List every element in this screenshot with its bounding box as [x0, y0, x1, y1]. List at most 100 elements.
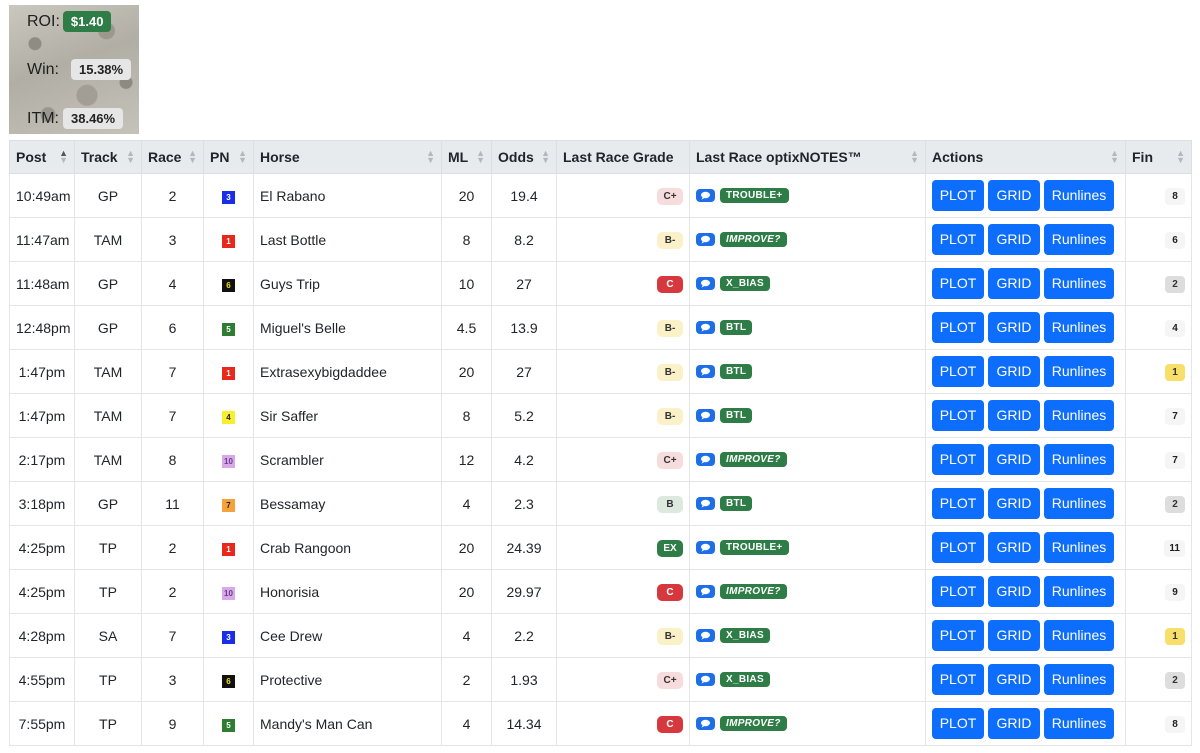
finish: 6	[1125, 217, 1192, 262]
sort-arrows-icon[interactable]: ▲ ▼	[1110, 149, 1119, 165]
chat-bubble-icon[interactable]	[696, 717, 715, 730]
sort-arrows-icon[interactable]: ▲ ▼	[188, 149, 197, 165]
grid-button[interactable]: GRID	[988, 400, 1040, 431]
col-actions[interactable]: Actions ▲ ▼	[925, 140, 1126, 174]
sort-up-icon[interactable]: ▲ ▼	[59, 149, 68, 165]
plot-button[interactable]: PLOT	[932, 576, 984, 607]
odds-text: 19.4	[510, 187, 538, 204]
table-row: 2:17pm TAM 8 10 Scrambler 12 4.2 C+ IMPROVE? PLOT…	[9, 437, 1192, 482]
runlines-button[interactable]: Runlines	[1044, 356, 1114, 387]
col-ml[interactable]: ML ▲ ▼	[441, 140, 492, 174]
sort-arrows-icon[interactable]: ▲ ▼	[238, 149, 247, 165]
table-row: 11:47am TAM 3 1 Last Bottle 8 8.2 B- IMPROVE? PLO…	[9, 217, 1192, 262]
runlines-button[interactable]: Runlines	[1044, 576, 1114, 607]
grid-button[interactable]: GRID	[988, 356, 1040, 387]
odds-text: 27	[516, 275, 532, 292]
plot-button[interactable]: PLOT	[932, 268, 984, 299]
plot-button[interactable]: PLOT	[932, 532, 984, 563]
plot-button[interactable]: PLOT	[932, 620, 984, 651]
plot-button[interactable]: PLOT	[932, 400, 984, 431]
horse-name-text: Last Bottle	[260, 231, 327, 248]
grid-button[interactable]: GRID	[988, 444, 1040, 475]
odds-text: 24.39	[506, 539, 542, 556]
plot-button[interactable]: PLOT	[932, 224, 984, 255]
chat-bubble-icon[interactable]	[696, 673, 715, 686]
grid-button[interactable]: GRID	[988, 708, 1040, 739]
plot-button[interactable]: PLOT	[932, 312, 984, 343]
sort-arrows-icon[interactable]: ▲ ▼	[541, 149, 550, 165]
col-fin[interactable]: Fin ▲ ▼	[1125, 140, 1192, 174]
runlines-button[interactable]: Runlines	[1044, 224, 1114, 255]
actions: PLOT GRID Runlines	[925, 613, 1126, 658]
chat-bubble-icon[interactable]	[696, 497, 715, 510]
runlines-button[interactable]: Runlines	[1044, 664, 1114, 695]
grid-button[interactable]: GRID	[988, 180, 1040, 211]
program-number: 5	[203, 305, 254, 350]
col-track[interactable]: Track ▲ ▼	[74, 140, 142, 174]
finish-badge: 9	[1165, 584, 1185, 601]
grid-button[interactable]: GRID	[988, 532, 1040, 563]
runlines-button[interactable]: Runlines	[1044, 180, 1114, 211]
horse-name-text: El Rabano	[260, 187, 326, 204]
sort-arrows-icon[interactable]: ▲ ▼	[126, 149, 135, 165]
runlines-button[interactable]: Runlines	[1044, 268, 1114, 299]
sort-arrows-icon[interactable]: ▲ ▼	[1176, 149, 1185, 165]
last-race-notes: X_BIAS	[689, 613, 926, 658]
horse-name: Mandy's Man Can	[253, 701, 442, 746]
col-pn[interactable]: PN ▲ ▼	[203, 140, 254, 174]
table-row: 7:55pm TP 9 5 Mandy's Man Can 4 14.34 C IMPROVE?…	[9, 701, 1192, 746]
col-post[interactable]: Post ▲ ▼	[9, 140, 75, 174]
grid-button[interactable]: GRID	[988, 664, 1040, 695]
chat-bubble-icon[interactable]	[696, 541, 715, 554]
grade-badge: B	[657, 496, 683, 513]
morning-line-text: 20	[458, 187, 475, 204]
col-race[interactable]: Race ▲ ▼	[141, 140, 204, 174]
note-tag: BTL	[720, 408, 753, 423]
plot-button[interactable]: PLOT	[932, 444, 984, 475]
chat-bubble-icon[interactable]	[696, 585, 715, 598]
chat-bubble-icon[interactable]	[696, 629, 715, 642]
runlines-button[interactable]: Runlines	[1044, 312, 1114, 343]
grid-button[interactable]: GRID	[988, 620, 1040, 651]
table-row: 1:47pm TAM 7 1 Extrasexybigdaddee 20 27 B- BTL PL…	[9, 349, 1192, 394]
grid-button[interactable]: GRID	[988, 224, 1040, 255]
col-pn-label: PN	[210, 149, 230, 165]
runlines-button[interactable]: Runlines	[1044, 444, 1114, 475]
grid-button[interactable]: GRID	[988, 576, 1040, 607]
col-horse[interactable]: Horse ▲ ▼	[253, 140, 442, 174]
sort-arrows-icon[interactable]: ▲ ▼	[426, 149, 435, 165]
odds: 24.39	[491, 525, 557, 570]
plot-button[interactable]: PLOT	[932, 664, 984, 695]
plot-button[interactable]: PLOT	[932, 180, 984, 211]
plot-button[interactable]: PLOT	[932, 488, 984, 519]
chat-bubble-icon[interactable]	[696, 453, 715, 466]
grid-button[interactable]: GRID	[988, 488, 1040, 519]
runlines-button[interactable]: Runlines	[1044, 532, 1114, 563]
finish-badge: 6	[1165, 232, 1185, 249]
plot-button[interactable]: PLOT	[932, 708, 984, 739]
chat-bubble-icon[interactable]	[696, 321, 715, 334]
runlines-button[interactable]: Runlines	[1044, 620, 1114, 651]
morning-line-text: 4	[462, 715, 471, 732]
col-notes[interactable]: Last Race optixNOTES™ ▲ ▼	[689, 140, 926, 174]
chat-bubble-icon[interactable]	[696, 233, 715, 246]
table-row: 3:18pm GP 11 7 Bessamay 4 2.3 B BTL PLOT GRID Runli…	[9, 481, 1192, 526]
runlines-button[interactable]: Runlines	[1044, 400, 1114, 431]
runlines-button[interactable]: Runlines	[1044, 708, 1114, 739]
chat-bubble-icon[interactable]	[696, 189, 715, 202]
chat-bubble-icon[interactable]	[696, 409, 715, 422]
post-time: 10:49am	[9, 173, 75, 218]
col-odds[interactable]: Odds ▲ ▼	[491, 140, 557, 174]
col-post-label: Post	[16, 149, 47, 165]
runlines-button[interactable]: Runlines	[1044, 488, 1114, 519]
plot-button[interactable]: PLOT	[932, 356, 984, 387]
odds-text: 29.97	[506, 583, 542, 600]
grid-button[interactable]: GRID	[988, 268, 1040, 299]
col-grade[interactable]: Last Race Grade	[556, 140, 690, 174]
table-row: 10:49am GP 2 3 El Rabano 20 19.4 C+ TROUBLE+ PLOT…	[9, 173, 1192, 218]
chat-bubble-icon[interactable]	[696, 277, 715, 290]
chat-bubble-icon[interactable]	[696, 365, 715, 378]
sort-arrows-icon[interactable]: ▲ ▼	[476, 149, 485, 165]
grid-button[interactable]: GRID	[988, 312, 1040, 343]
sort-arrows-icon[interactable]: ▲ ▼	[910, 149, 919, 165]
